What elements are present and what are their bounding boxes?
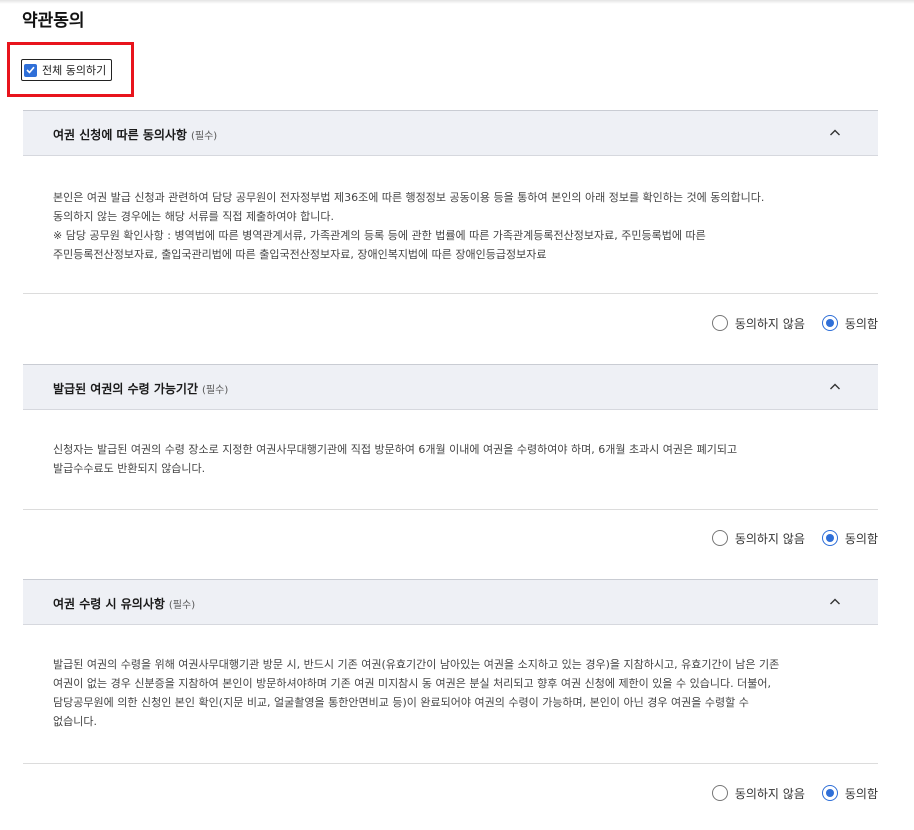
chevron-up-icon[interactable] bbox=[829, 128, 841, 138]
section-header[interactable]: 여권 수령 시 유의사항 (필수) bbox=[23, 579, 878, 625]
section-title-text: 여권 수령 시 유의사항 bbox=[53, 597, 165, 611]
text-line: 발급수수료도 반환되지 않습니다. bbox=[53, 462, 206, 475]
radio-selected-icon[interactable] bbox=[821, 530, 838, 546]
radio-selected-icon[interactable] bbox=[821, 315, 838, 331]
consent-radio-group: 동의하지 않음 동의함 bbox=[711, 783, 878, 803]
agree-label: 동의함 bbox=[844, 786, 878, 801]
agree-all-label: 전체 동의하기 bbox=[42, 64, 107, 77]
consent-radio-group: 동의하지 않음 동의함 bbox=[711, 528, 878, 548]
text-line: 발급된 여권의 수령을 위해 여권사무대행기관 방문 시, 반드시 기존 여권(… bbox=[53, 658, 780, 671]
agree-radio[interactable]: 동의함 bbox=[821, 530, 878, 547]
text-line: 신청자는 발급된 여권의 수령 장소로 지정한 여권사무대행기관에 직접 방문하… bbox=[53, 443, 738, 456]
disagree-radio[interactable]: 동의하지 않음 bbox=[711, 785, 805, 802]
radio-selected-icon[interactable] bbox=[821, 785, 838, 801]
required-label: (필수) bbox=[168, 600, 196, 611]
consent-section-pickup-notice: 여권 수령 시 유의사항 (필수) 발급된 여권의 수령을 위해 여권사무대행기관… bbox=[23, 579, 878, 801]
text-line: ※ 담당 공무원 확인사항 : 병역법에 따른 병역관계서류, 가족관계의 등록… bbox=[53, 229, 706, 242]
section-header[interactable]: 여권 신청에 따른 동의사항 (필수) bbox=[23, 110, 878, 156]
section-text: 본인은 여권 발급 신청과 관련하여 담당 공무원이 전자정부법 제36조에 따… bbox=[53, 188, 853, 264]
text-line: 동의하지 않는 경우에는 해당 서류를 직접 제출하여야 합니다. bbox=[53, 210, 334, 223]
section-text: 신청자는 발급된 여권의 수령 장소로 지정한 여권사무대행기관에 직접 방문하… bbox=[53, 440, 853, 478]
agree-radio[interactable]: 동의함 bbox=[821, 785, 878, 802]
section-body: 신청자는 발급된 여권의 수령 장소로 지정한 여권사무대행기관에 직접 방문하… bbox=[23, 410, 878, 510]
radio-unselected-icon[interactable] bbox=[711, 315, 728, 331]
text-line: 없습니다. bbox=[53, 715, 97, 728]
section-header[interactable]: 발급된 여권의 수령 가능기간 (필수) bbox=[23, 364, 878, 410]
page-title: 약관동의 bbox=[22, 11, 85, 31]
chevron-up-icon[interactable] bbox=[829, 382, 841, 392]
consent-section-pickup-period: 발급된 여권의 수령 가능기간 (필수) 신청자는 발급된 여권의 수령 장소로 … bbox=[23, 364, 878, 546]
agree-label: 동의함 bbox=[844, 531, 878, 546]
section-body: 본인은 여권 발급 신청과 관련하여 담당 공무원이 전자정부법 제36조에 따… bbox=[23, 156, 878, 294]
section-body: 발급된 여권의 수령을 위해 여권사무대행기관 방문 시, 반드시 기존 여권(… bbox=[23, 625, 878, 764]
agree-label: 동의함 bbox=[844, 316, 878, 331]
checkbox-checked-icon[interactable] bbox=[24, 63, 37, 77]
disagree-label: 동의하지 않음 bbox=[734, 531, 805, 546]
chevron-up-icon[interactable] bbox=[829, 597, 841, 607]
disagree-radio[interactable]: 동의하지 않음 bbox=[711, 530, 805, 547]
consent-radio-group: 동의하지 않음 동의함 bbox=[711, 313, 878, 333]
disagree-label: 동의하지 않음 bbox=[734, 316, 805, 331]
section-title: 여권 신청에 따른 동의사항 (필수) bbox=[53, 126, 217, 143]
section-title: 발급된 여권의 수령 가능기간 (필수) bbox=[53, 380, 228, 397]
consent-section-application: 여권 신청에 따른 동의사항 (필수) 본인은 여권 발급 신청과 관련하여 담당… bbox=[23, 110, 878, 331]
top-shadow bbox=[0, 0, 914, 4]
section-title: 여권 수령 시 유의사항 (필수) bbox=[53, 595, 195, 612]
disagree-radio[interactable]: 동의하지 않음 bbox=[711, 315, 805, 332]
section-text: 발급된 여권의 수령을 위해 여권사무대행기관 방문 시, 반드시 기존 여권(… bbox=[53, 655, 853, 731]
section-title-text: 여권 신청에 따른 동의사항 bbox=[53, 128, 187, 142]
text-line: 주민등록전산정보자료, 출입국관리법에 따른 출입국전산정보자료, 장애인복지법… bbox=[53, 248, 547, 261]
agree-all-checkbox[interactable]: 전체 동의하기 bbox=[21, 59, 113, 81]
required-label: (필수) bbox=[190, 131, 218, 142]
disagree-label: 동의하지 않음 bbox=[734, 786, 805, 801]
radio-unselected-icon[interactable] bbox=[711, 530, 728, 546]
radio-unselected-icon[interactable] bbox=[711, 785, 728, 801]
text-line: 여권이 없는 경우 신분증을 지참하여 본인이 방문하셔야하며 기존 여권 미지… bbox=[53, 677, 771, 690]
agree-radio[interactable]: 동의함 bbox=[821, 315, 878, 332]
section-title-text: 발급된 여권의 수령 가능기간 bbox=[53, 382, 199, 396]
required-label: (필수) bbox=[202, 385, 229, 396]
text-line: 담당공무원에 의한 신청인 본인 확인(지문 비교, 얼굴촬영을 통한안면비교 … bbox=[53, 696, 749, 709]
text-line: 본인은 여권 발급 신청과 관련하여 담당 공무원이 전자정부법 제36조에 따… bbox=[53, 191, 765, 204]
